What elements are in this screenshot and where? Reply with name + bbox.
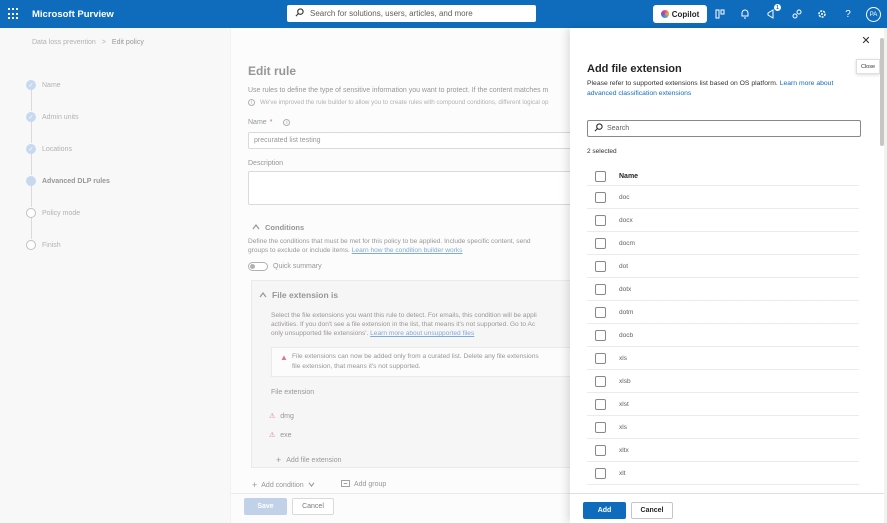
app-launcher-icon[interactable]	[8, 8, 20, 20]
panel-cancel-button[interactable]: Cancel	[631, 502, 673, 519]
row-checkbox[interactable]	[595, 375, 606, 387]
row-checkbox[interactable]	[595, 444, 606, 456]
megaphone-icon[interactable]: 1	[765, 4, 781, 21]
avatar[interactable]: PA	[866, 7, 881, 22]
extension-name: xls	[619, 423, 627, 431]
add-file-extension-panel: ✕ Close Add file extension Please refer …	[570, 28, 887, 523]
search-icon	[594, 123, 603, 134]
extension-name: dot	[619, 262, 629, 270]
bell-icon[interactable]	[738, 7, 752, 21]
row-checkbox[interactable]	[595, 260, 606, 272]
table-row[interactable]: docx	[587, 209, 859, 232]
panel-desc-text: Please refer to supported extensions lis…	[587, 80, 778, 87]
close-tooltip: Close	[856, 59, 880, 74]
extension-name: dotm	[619, 308, 634, 316]
global-search-placeholder: Search for solutions, users, articles, a…	[310, 9, 473, 18]
copilot-button[interactable]: Copilot	[653, 5, 707, 23]
table-row[interactable]: dotm	[587, 301, 859, 324]
table-row[interactable]: dotx	[587, 278, 859, 301]
panel-description: Please refer to supported extensions lis…	[587, 79, 862, 98]
table-row[interactable]: xltx	[587, 439, 859, 462]
extension-name: xlsb	[619, 377, 631, 385]
copilot-icon	[660, 10, 669, 18]
connection-icon[interactable]	[790, 7, 804, 21]
row-checkbox[interactable]	[595, 352, 606, 364]
search-icon	[295, 8, 304, 19]
column-header-name[interactable]: Name	[619, 173, 638, 180]
table-row[interactable]: xlsb	[587, 370, 859, 393]
table-row[interactable]: xls	[587, 347, 859, 370]
extension-search-input[interactable]: Search	[587, 120, 861, 137]
select-all-checkbox[interactable]	[595, 171, 606, 182]
selected-count: 2 selected	[587, 148, 617, 155]
global-search-input[interactable]: Search for solutions, users, articles, a…	[287, 5, 536, 22]
close-icon[interactable]: ✕	[860, 34, 872, 47]
panel-title: Add file extension	[587, 63, 682, 75]
table-row[interactable]: xls	[587, 416, 859, 439]
table-row[interactable]: xlt	[587, 462, 859, 485]
table-row[interactable]: xlst	[587, 393, 859, 416]
gear-icon[interactable]	[815, 7, 829, 21]
top-bar: Microsoft Purview Search for solutions, …	[0, 0, 887, 28]
table-row[interactable]: docm	[587, 232, 859, 255]
extension-name: xltx	[619, 446, 629, 454]
extension-name: docm	[619, 239, 635, 247]
add-button[interactable]: Add	[583, 502, 626, 519]
help-icon[interactable]: ?	[841, 7, 855, 21]
notification-badge: 1	[774, 4, 781, 11]
table-row[interactable]: dot	[587, 255, 859, 278]
extension-name: dotx	[619, 285, 632, 293]
table-row[interactable]: docb	[587, 324, 859, 347]
extensions-table-header: Name	[587, 168, 859, 186]
extension-name: xls	[619, 354, 627, 362]
extension-name: docb	[619, 331, 634, 339]
row-checkbox[interactable]	[595, 191, 606, 203]
extension-name: xlt	[619, 469, 626, 477]
row-checkbox[interactable]	[595, 421, 606, 433]
apps-grid-icon[interactable]	[713, 7, 727, 21]
search-placeholder: Search	[607, 125, 630, 132]
row-checkbox[interactable]	[595, 329, 606, 341]
modal-overlay	[0, 28, 570, 523]
row-checkbox[interactable]	[595, 237, 606, 249]
row-checkbox[interactable]	[595, 398, 606, 410]
app-title[interactable]: Microsoft Purview	[32, 9, 114, 20]
row-checkbox[interactable]	[595, 306, 606, 318]
row-checkbox[interactable]	[595, 467, 606, 479]
panel-footer-divider	[570, 493, 887, 494]
extension-name: docx	[619, 216, 633, 224]
copilot-label: Copilot	[671, 9, 700, 19]
extension-name: doc	[619, 193, 630, 201]
row-checkbox[interactable]	[595, 214, 606, 226]
row-checkbox[interactable]	[595, 283, 606, 295]
extension-name: xlst	[619, 400, 629, 408]
table-row[interactable]: doc	[587, 186, 859, 209]
